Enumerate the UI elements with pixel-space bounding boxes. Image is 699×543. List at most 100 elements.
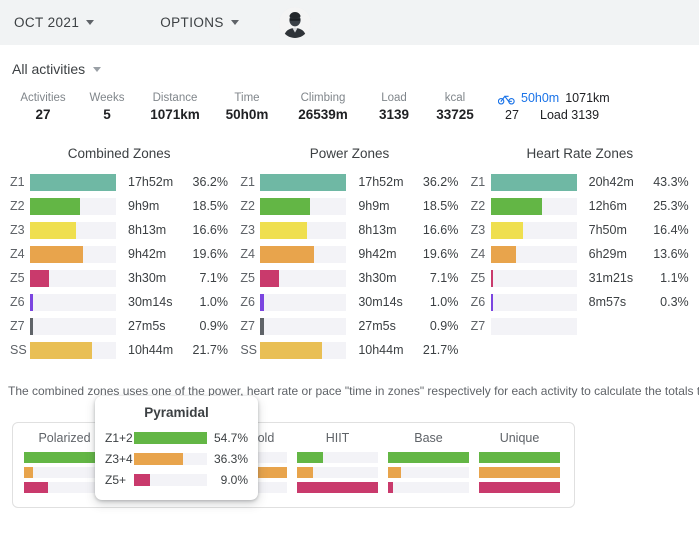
zone-bar-track: [30, 269, 116, 287]
sport-activity-count: 27: [505, 108, 519, 122]
tooltip-bar-fill: [133, 473, 150, 486]
zone-bar-track: [260, 245, 347, 263]
zone-bar-fill: [30, 197, 80, 215]
distribution-bar-fill: [479, 452, 560, 463]
sport-time-link[interactable]: 50h0m: [521, 91, 559, 106]
zone-time: 30m14s: [128, 295, 173, 309]
zone-time: 30m14s: [358, 295, 403, 309]
zone-percent: 36.2%: [192, 175, 228, 189]
zone-row: Z6 8m57s 0.3%: [465, 290, 695, 314]
stat-label: Activities: [20, 92, 66, 104]
zone-bar-track: [260, 221, 347, 239]
tooltip-zone-percent: 54.7%: [213, 430, 248, 445]
zone-percent: 43.3%: [653, 175, 689, 189]
distribution-card-hiit[interactable]: HIIT: [292, 431, 383, 497]
zone-bar-track: [30, 293, 116, 311]
zone-row: Z7 27m5s 0.9%: [234, 314, 464, 338]
zone-percent: 21.7%: [192, 343, 228, 357]
zone-bar-fill: [490, 221, 524, 239]
distribution-bar-track: [388, 467, 469, 478]
zone-bar-track: [260, 317, 347, 335]
period-selector-label: OCT 2021: [14, 15, 80, 30]
summary-stats: Activities 27 Weeks 5 Distance 1071km Ti…: [0, 79, 699, 124]
tooltip-row: Z1+2 54.7%: [105, 427, 248, 448]
zone-bar-track: [260, 293, 347, 311]
zone-row: Z7: [465, 314, 695, 338]
stat-value: 3139: [378, 107, 410, 122]
stat-climbing: Climbing 26539m: [282, 91, 364, 124]
zone-time: 20h42m: [588, 175, 634, 189]
zone-percent: 16.6%: [192, 223, 228, 237]
zone-time: 6h29m: [588, 247, 627, 261]
bicycle-icon: [498, 93, 515, 105]
zone-bar-track: [260, 173, 347, 191]
zone-label: Z2: [10, 199, 25, 213]
activity-filter[interactable]: All activities: [12, 61, 102, 77]
zone-time: 12h6m: [588, 199, 627, 213]
zone-row: Z7 27m5s 0.9%: [4, 314, 234, 338]
zone-bar-track: [490, 317, 577, 335]
tooltip-bar-track: [133, 431, 207, 444]
zone-bar-track: [30, 317, 116, 335]
stat-activities: Activities 27: [10, 91, 76, 124]
zone-row: Z2 12h6m 25.3%: [465, 194, 695, 218]
zone-time: 3h30m: [358, 271, 397, 285]
distribution-section: Polarized Pyramidal Threshold HIIT Base: [0, 396, 699, 508]
zone-bar-fill: [490, 293, 494, 311]
distribution-bar-track: [24, 467, 105, 478]
zone-label: Z6: [10, 295, 25, 309]
zone-bar-fill: [260, 341, 323, 359]
period-selector[interactable]: OCT 2021: [12, 11, 96, 34]
distribution-card-base[interactable]: Base: [383, 431, 474, 497]
zone-row: Z1 20h42m 43.3%: [465, 170, 695, 194]
zone-bar-track: [490, 221, 577, 239]
zone-percent: 0.9%: [429, 319, 459, 333]
zone-percent: 0.3%: [660, 295, 689, 309]
zone-row: Z5 3h30m 7.1%: [234, 266, 464, 290]
zone-label: Z1: [10, 175, 25, 189]
tooltip-bar-track: [133, 473, 207, 486]
zone-bar-track: [260, 197, 347, 215]
zone-bar-fill: [30, 317, 34, 335]
zone-row: Z2 9h9m 18.5%: [234, 194, 464, 218]
distribution-card-title: Unique: [499, 431, 540, 445]
distribution-bar-track: [479, 482, 560, 493]
distribution-card-title: HIIT: [325, 431, 350, 445]
stat-label: Climbing: [300, 92, 346, 104]
zone-bar-track: [260, 269, 347, 287]
zone-bar-track: [30, 341, 116, 359]
avatar[interactable]: [278, 6, 311, 39]
chart-title: Heart Rate Zones: [526, 146, 634, 161]
zone-bar-track: [30, 245, 116, 263]
sport-load: Load 3139: [540, 108, 600, 122]
tooltip-title: Pyramidal: [144, 405, 209, 420]
chart-title: Power Zones: [309, 146, 390, 161]
zone-label: Z5: [240, 271, 255, 285]
zone-label: Z4: [240, 247, 255, 261]
zone-percent: 7.1%: [429, 271, 459, 285]
tooltip-bar-track: [133, 452, 207, 465]
chevron-down-icon: [86, 20, 95, 25]
distribution-bar-fill: [24, 452, 105, 463]
zone-label: Z7: [10, 319, 25, 333]
tooltip-zone-percent: 36.3%: [213, 451, 248, 466]
distribution-card-unique[interactable]: Unique: [474, 431, 565, 497]
zone-time: 9h9m: [128, 199, 160, 213]
zone-percent: 19.6%: [192, 247, 228, 261]
distribution-bar-track: [297, 452, 378, 463]
zone-label: Z3: [240, 223, 255, 237]
distribution-bar-track: [297, 482, 378, 493]
options-menu[interactable]: OPTIONS: [158, 11, 241, 34]
tooltip-zone-label: Z1+2: [105, 430, 133, 445]
zone-time: 7h50m: [588, 223, 627, 237]
stat-kcal: kcal 33725: [424, 91, 486, 124]
zone-bar-fill: [30, 293, 34, 311]
zone-row: SS 10h44m 21.7%: [234, 338, 464, 362]
zone-percent: 21.7%: [422, 343, 459, 357]
distribution-bar-track: [24, 482, 105, 493]
zone-row: Z5 3h30m 7.1%: [4, 266, 234, 290]
zone-row: SS 10h44m 21.7%: [4, 338, 234, 362]
zone-label: Z7: [470, 319, 486, 333]
zone-rows: Z1 17h52m 36.2% Z2 9h9m 18.5% Z3 8h13m 1…: [4, 170, 234, 362]
zone-row: Z3 7h50m 16.4%: [465, 218, 695, 242]
